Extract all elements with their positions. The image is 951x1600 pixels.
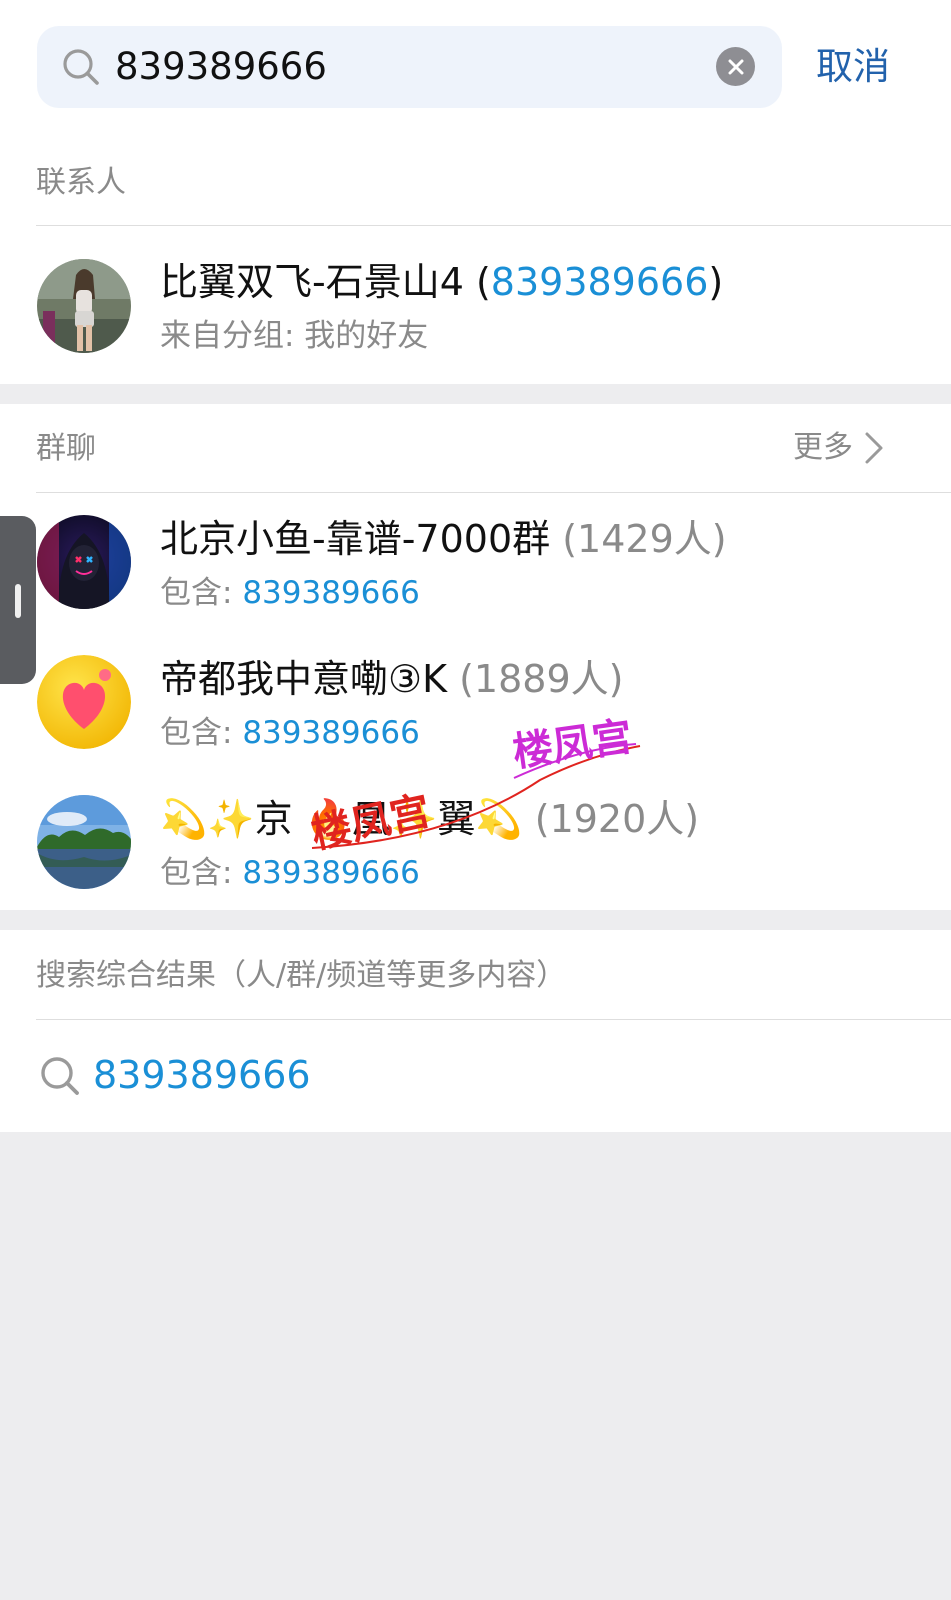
cancel-button[interactable]: 取消	[816, 43, 890, 91]
group-name: 帝都我中意嘞③K (1889人)	[160, 655, 623, 703]
contains-match: 839389666	[242, 855, 420, 891]
contains-label: 包含:	[160, 575, 243, 611]
contacts-section-label: 联系人	[36, 165, 126, 200]
side-drag-handle[interactable]	[0, 516, 36, 684]
groups-more-button[interactable]: 更多	[793, 428, 885, 468]
search-input[interactable]: 839389666	[115, 44, 327, 90]
contact-subtitle: 来自分组: 我的好友	[160, 318, 429, 354]
comprehensive-section-label: 搜索综合结果（人/群/频道等更多内容）	[36, 958, 567, 993]
contains-label: 包含:	[160, 855, 243, 891]
clear-search-button[interactable]	[716, 47, 755, 86]
group-name: 北京小鱼-靠谱-7000群 (1429人)	[160, 515, 727, 563]
group-avatar	[37, 515, 131, 609]
search-icon	[62, 48, 100, 86]
group-name-text: 帝都我中意嘞③K	[160, 657, 447, 701]
groups-more-label: 更多	[793, 430, 853, 465]
group-row[interactable]	[0, 493, 951, 633]
search-icon	[40, 1056, 80, 1100]
contact-avatar	[37, 259, 131, 353]
contains-match: 839389666	[242, 575, 420, 611]
close-icon	[728, 59, 743, 74]
group-member-count: (1429人)	[562, 517, 727, 561]
watermark-overlay: 楼凤宫 楼凤宫	[300, 700, 660, 860]
contact-name-close: )	[708, 260, 724, 304]
contact-id: 839389666	[490, 260, 709, 304]
group-avatar	[37, 655, 131, 749]
group-name-text: 北京小鱼-靠谱-7000群	[160, 517, 551, 561]
contact-name-text: 比翼双飞-石景山4 (	[160, 260, 491, 304]
groups-section-label: 群聊	[36, 431, 96, 466]
contains-label: 包含:	[160, 715, 243, 751]
group-avatar	[37, 795, 131, 889]
group-member-count: (1889人)	[459, 657, 624, 701]
chevron-right-icon	[865, 432, 883, 464]
group-contains: 包含: 839389666	[160, 573, 420, 613]
comprehensive-query[interactable]: 839389666	[93, 1051, 311, 1099]
contact-name: 比翼双飞-石景山4 (839389666)	[160, 258, 723, 306]
